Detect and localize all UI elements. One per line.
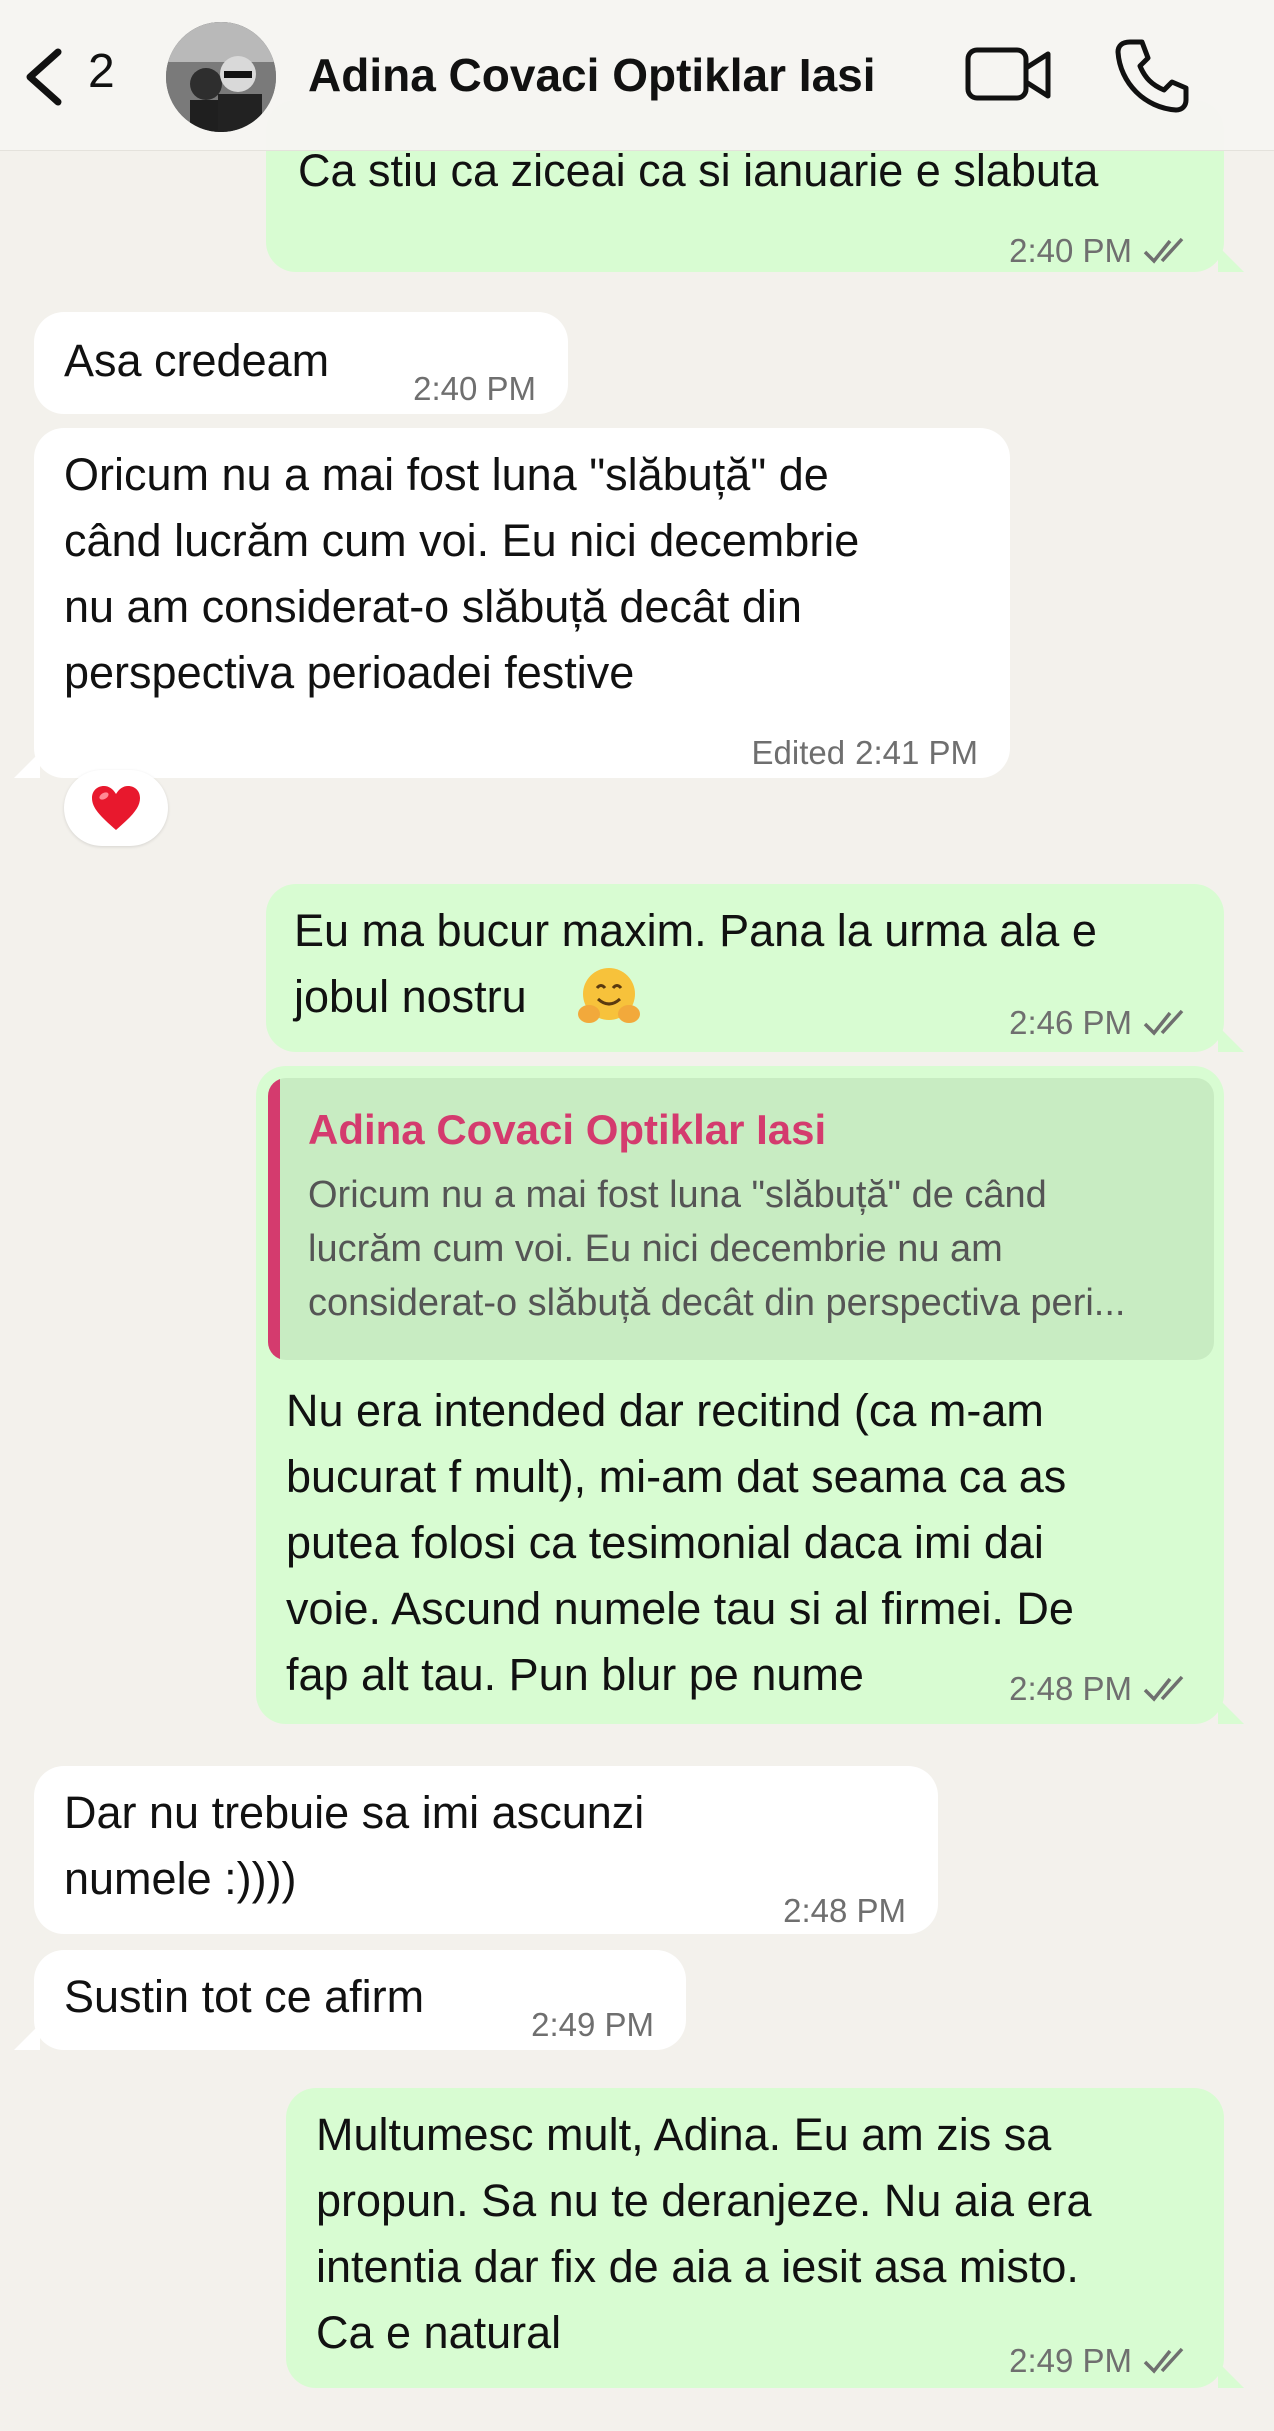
- avatar[interactable]: [166, 22, 276, 132]
- quote-text-line: lucrăm cum voi. Eu nici decembrie nu am: [308, 1228, 1003, 1270]
- message-text: Asa credeam: [64, 335, 330, 386]
- message-time: 2:49 PM: [531, 2006, 654, 2043]
- phone-icon: [1115, 39, 1189, 113]
- bubble-tail: [1218, 1698, 1244, 1724]
- message-time: 2:40 PM: [1009, 232, 1132, 269]
- read-receipt-icon: [1143, 237, 1184, 264]
- message-bubble-incoming[interactable]: Dar nu trebuie sa imi ascunzi numele :))…: [34, 1766, 938, 1934]
- chevron-left-icon: [26, 48, 62, 106]
- message-text: Sustin tot ce afirm: [64, 1971, 425, 2022]
- message-bubble-outgoing[interactable]: Eu ma bucur maxim. Pana la urma ala e jo…: [266, 884, 1224, 1052]
- quote-text-line: Oricum nu a mai fost luna "slăbuță" de c…: [308, 1174, 1047, 1216]
- message-text: Eu ma bucur maxim. Pana la urma ala e jo…: [294, 905, 1097, 1022]
- bubble-tail: [14, 2024, 40, 2050]
- heart-emoji-icon: [92, 786, 140, 830]
- message-text: Oricum nu a mai fost luna "slăbuță" de c…: [64, 449, 860, 698]
- message-time: 2:46 PM: [1009, 1004, 1132, 1041]
- message-time: 2:40 PM: [413, 370, 536, 407]
- bubble-tail: [1218, 1026, 1244, 1052]
- message-text: Multumesc mult, Adina. Eu am zis sa prop…: [316, 2109, 1092, 2358]
- bubble-tail: [14, 752, 40, 778]
- video-camera-icon: [965, 47, 1051, 101]
- voice-call-button[interactable]: [1112, 36, 1190, 114]
- message-bubble-incoming[interactable]: Oricum nu a mai fost luna "slăbuță" de c…: [34, 428, 1010, 778]
- message-bubble-incoming[interactable]: Asa credeam 2:40 PM: [34, 312, 568, 414]
- message-text: Nu era intended dar recitind (ca m-am bu…: [286, 1385, 1074, 1700]
- message-time: 2:48 PM: [1009, 1670, 1132, 1707]
- quote-accent-bar: [268, 1078, 280, 1360]
- edited-label: Edited: [751, 734, 846, 771]
- hugging-face-emoji-icon: [578, 968, 640, 1023]
- message-time: 2:41 PM: [855, 734, 978, 771]
- quoted-message[interactable]: Adina Covaci Optiklar Iasi Oricum nu a m…: [268, 1078, 1214, 1360]
- message-time: 2:49 PM: [1009, 2342, 1132, 2379]
- bubble-tail: [1218, 246, 1244, 272]
- read-receipt-icon: [1143, 1009, 1184, 1036]
- video-call-button[interactable]: [964, 40, 1054, 110]
- back-button[interactable]: [18, 42, 78, 112]
- quote-author: Adina Covaci Optiklar Iasi: [308, 1106, 827, 1153]
- message-text: Dar nu trebuie sa imi ascunzi numele :))…: [64, 1787, 645, 1904]
- bubble-tail: [1218, 2362, 1244, 2388]
- quote-text-line: considerat-o slăbuță decât din perspecti…: [308, 1282, 1126, 1324]
- chat-header: 2 Adina Covaci Optiklar Iasi: [0, 0, 1274, 151]
- read-receipt-icon: [1143, 1675, 1184, 1702]
- reaction-badge[interactable]: [64, 770, 168, 846]
- contact-name[interactable]: Adina Covaci Optiklar Iasi: [308, 48, 876, 102]
- message-time: 2:48 PM: [783, 1892, 906, 1929]
- message-bubble-outgoing[interactable]: Multumesc mult, Adina. Eu am zis sa prop…: [286, 2088, 1224, 2388]
- message-bubble-incoming[interactable]: Sustin tot ce afirm 2:49 PM: [34, 1950, 686, 2050]
- unread-count[interactable]: 2: [88, 44, 115, 99]
- read-receipt-icon: [1143, 2347, 1184, 2374]
